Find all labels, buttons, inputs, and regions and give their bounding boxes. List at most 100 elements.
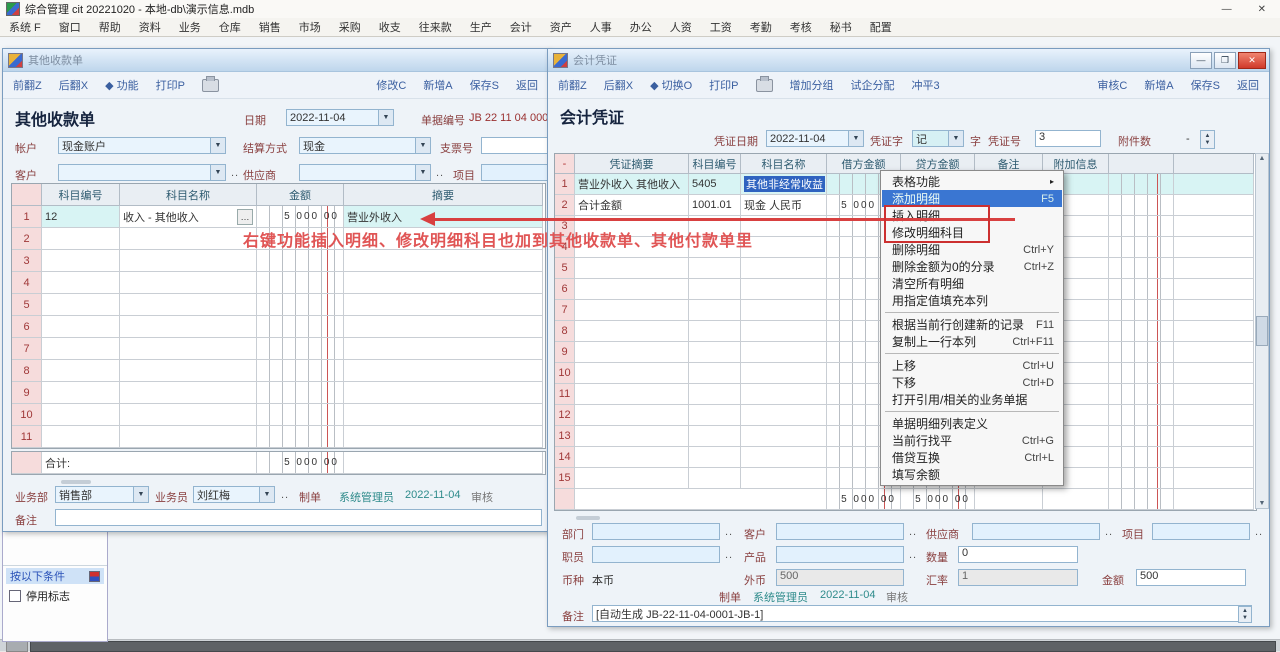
toolbar-button[interactable]: 冲平3 xyxy=(912,77,940,93)
printer-icon[interactable] xyxy=(756,79,773,92)
menu-item[interactable]: 会计 xyxy=(501,19,541,35)
context-menu-item[interactable]: 删除明细Ctrl+Y xyxy=(882,241,1062,258)
date-combo[interactable]: 2022-11-04▼ xyxy=(286,109,394,126)
cell-subject-name[interactable] xyxy=(741,258,827,279)
cell-foreign-amount[interactable] xyxy=(1109,447,1174,468)
menu-item[interactable]: 收支 xyxy=(370,19,410,35)
toolbar-button[interactable]: 前翻Z xyxy=(13,77,42,93)
cell-subject-code[interactable] xyxy=(42,250,120,272)
menu-item[interactable]: 往来款 xyxy=(410,19,461,35)
menu-item[interactable]: 业务 xyxy=(170,19,210,35)
note-input[interactable]: [自动生成 JB-22-11-04-0001-JB-1] xyxy=(592,605,1252,622)
toolbar-button[interactable]: 后翻X xyxy=(604,77,633,93)
cell-subject-code[interactable] xyxy=(42,338,120,360)
scrollbar-thumb[interactable] xyxy=(30,641,1276,652)
cell-subject-code[interactable] xyxy=(689,321,741,342)
cell-memo[interactable] xyxy=(344,426,543,448)
cell-foreign-amount[interactable] xyxy=(1109,279,1174,300)
dept-lookup-button[interactable]: .. xyxy=(725,526,733,538)
cell-foreign-amount[interactable] xyxy=(1109,405,1174,426)
close-button[interactable]: ✕ xyxy=(1238,52,1266,69)
cell-subject-name[interactable] xyxy=(741,342,827,363)
cell-amount[interactable] xyxy=(257,426,344,448)
cell-subject-code[interactable] xyxy=(689,447,741,468)
grid-vertical-scrollbar[interactable]: ▲▼ xyxy=(1255,153,1269,509)
qty-input[interactable]: 0 xyxy=(958,546,1078,563)
toolbar-button[interactable]: ◆ 切换O xyxy=(650,77,692,93)
clerk-combo[interactable]: 刘红梅▼ xyxy=(193,486,275,503)
chevron-down-icon[interactable]: ▼ xyxy=(848,131,863,146)
cell-memo[interactable] xyxy=(344,382,543,404)
cell-memo[interactable] xyxy=(344,360,543,382)
toolbar-button[interactable]: 试企分配 xyxy=(851,77,895,93)
cell-foreign-amount[interactable] xyxy=(1109,426,1174,447)
cell-subject-code[interactable]: 12 xyxy=(42,206,120,228)
table-row[interactable]: 7 xyxy=(12,338,545,360)
cell-summary[interactable] xyxy=(575,279,689,300)
cell-foreign-amount[interactable] xyxy=(1109,174,1174,195)
cell-memo[interactable] xyxy=(344,316,543,338)
scroll-thumb[interactable] xyxy=(1256,316,1268,346)
context-menu-item[interactable]: 打开引用/相关的业务单据 xyxy=(882,391,1062,408)
splitter-handle[interactable] xyxy=(576,516,600,520)
menu-item[interactable]: 系统 F xyxy=(0,19,50,35)
cell-subject-name[interactable]: 收入 - 其他收入… xyxy=(120,206,257,228)
app-close-button[interactable]: ✕ xyxy=(1258,4,1266,15)
scroll-up-icon[interactable]: ▲ xyxy=(1259,155,1266,162)
context-menu-item[interactable]: 单据明细列表定义 xyxy=(882,415,1062,432)
clerk-lookup-button[interactable]: .. xyxy=(281,489,289,501)
cell-subject-code[interactable] xyxy=(42,426,120,448)
voucher-date-combo[interactable]: 2022-11-04▼ xyxy=(766,130,864,147)
cell-summary[interactable] xyxy=(575,468,689,489)
cell-foreign-amount[interactable] xyxy=(1109,468,1174,489)
cell-foreign-amount[interactable] xyxy=(1109,216,1174,237)
table-row[interactable]: 3 xyxy=(12,250,545,272)
toolbar-button[interactable]: 打印P xyxy=(156,77,185,93)
menu-item[interactable]: 配置 xyxy=(861,19,901,35)
cell-memo[interactable] xyxy=(344,404,543,426)
menu-item[interactable]: 市场 xyxy=(290,19,330,35)
context-menu-item[interactable]: 复制上一行本列Ctrl+F11 xyxy=(882,333,1062,350)
cell-subject-name[interactable] xyxy=(741,426,827,447)
menu-item[interactable]: 秘书 xyxy=(821,19,861,35)
cell-subject-name[interactable] xyxy=(120,272,257,294)
cell-subject-name[interactable] xyxy=(120,338,257,360)
table-row[interactable]: 9 xyxy=(12,382,545,404)
cell-amount[interactable]: 5 000 00 xyxy=(257,206,344,228)
cell-subject-code[interactable] xyxy=(689,426,741,447)
menu-item[interactable]: 工资 xyxy=(701,19,741,35)
dept-combo[interactable]: 销售部▼ xyxy=(55,486,149,503)
cell-subject-name[interactable] xyxy=(741,279,827,300)
cell-foreign-amount[interactable] xyxy=(1109,321,1174,342)
cell-subject-name[interactable]: 现金 人民币 xyxy=(741,195,827,216)
supplier-combo[interactable]: ▼ xyxy=(299,164,431,181)
cell-foreign-amount[interactable] xyxy=(1109,342,1174,363)
cell-subject-code[interactable] xyxy=(42,272,120,294)
toolbar-button[interactable]: 打印P xyxy=(709,77,738,93)
supplier-lookup-button[interactable]: .. xyxy=(436,167,444,179)
cell-subject-code[interactable] xyxy=(42,382,120,404)
receipt-title-bar[interactable]: 其他收款单 xyxy=(3,49,548,72)
chevron-down-icon[interactable]: ▼ xyxy=(210,138,225,153)
context-menu-item[interactable]: 借贷互换Ctrl+L xyxy=(882,449,1062,466)
settle-combo[interactable]: 现金▼ xyxy=(299,137,431,154)
cell-subject-code[interactable] xyxy=(689,300,741,321)
maximize-button[interactable]: ❐ xyxy=(1214,52,1236,69)
menu-item[interactable]: 办公 xyxy=(621,19,661,35)
cell-subject-code[interactable] xyxy=(689,363,741,384)
cell-summary[interactable] xyxy=(575,300,689,321)
panel-selected-item[interactable]: 按以下条件 xyxy=(6,568,104,584)
cell-subject-code[interactable] xyxy=(689,468,741,489)
scroll-down-icon[interactable]: ▼ xyxy=(1259,500,1266,507)
clerk-lookup-button[interactable]: .. xyxy=(725,549,733,561)
cell-subject-code[interactable] xyxy=(42,294,120,316)
cell-subject-code[interactable] xyxy=(689,384,741,405)
cell-amount[interactable] xyxy=(257,316,344,338)
cell-summary[interactable] xyxy=(575,384,689,405)
context-menu-item[interactable]: 填写余额 xyxy=(882,466,1062,483)
cell-subject-name[interactable]: 其他非经常收益 xyxy=(741,174,827,195)
cell-amount[interactable] xyxy=(257,250,344,272)
rate-input[interactable]: 1 xyxy=(958,569,1078,586)
chevron-down-icon[interactable]: ▼ xyxy=(948,131,963,146)
account-combo[interactable]: 现金账户▼ xyxy=(58,137,226,154)
